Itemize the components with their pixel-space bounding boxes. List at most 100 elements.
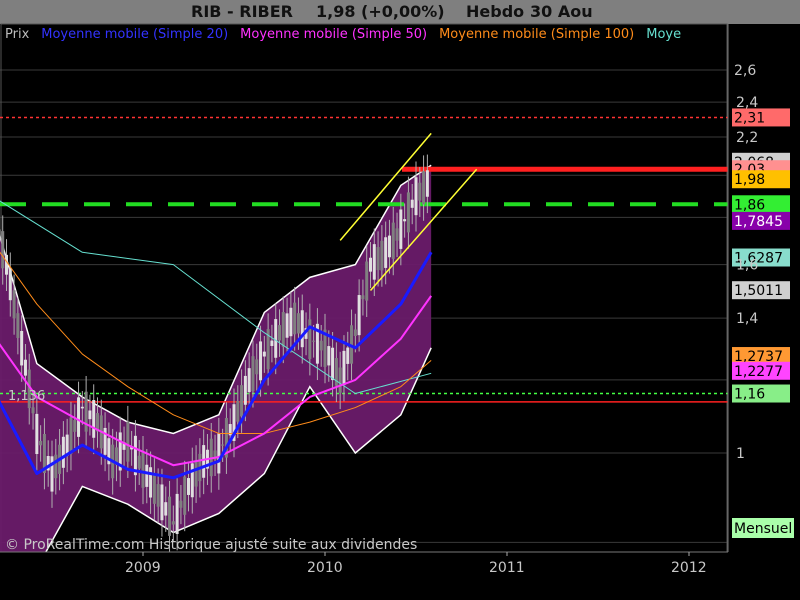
- candle-body: [160, 484, 164, 521]
- candle-body: [236, 400, 240, 422]
- candle-body: [369, 257, 372, 272]
- legend-item: Moyenne mobile (Simple 20): [41, 27, 228, 42]
- candle-body: [61, 436, 65, 468]
- price-label: 1,16: [734, 387, 765, 403]
- legend-item: Moyenne mobile (Simple 50): [240, 27, 427, 42]
- candle-body: [255, 359, 259, 375]
- candle-body: [243, 375, 247, 405]
- candle-body: [251, 356, 255, 392]
- candle-body: [1, 231, 5, 269]
- candle-body: [342, 350, 346, 386]
- x-axis: 2009 2010 2011 2012: [0, 551, 800, 600]
- candle-body: [384, 237, 388, 268]
- timeframe-badge-label: Mensuel: [734, 521, 792, 537]
- candle-body: [92, 400, 96, 438]
- x-tick-label: 2011: [489, 560, 525, 576]
- candle-body: [372, 244, 376, 280]
- candle-body: [69, 417, 73, 455]
- candle-body: [391, 222, 395, 259]
- candle-body: [137, 455, 141, 469]
- candle-body: [168, 496, 172, 536]
- bollinger-fill: [0, 165, 432, 600]
- price-label: 1,5011: [734, 283, 783, 299]
- candle-body: [179, 500, 183, 508]
- candle-body: [399, 209, 403, 249]
- candle-body: [270, 340, 274, 346]
- candle-body: [20, 330, 24, 366]
- candle-body: [380, 240, 384, 271]
- candle-body: [247, 368, 251, 393]
- y-tick-label: 1: [736, 446, 745, 462]
- candle-body: [152, 473, 156, 504]
- candle-body: [357, 295, 361, 336]
- candle-body: [278, 325, 281, 341]
- candle-body: [312, 340, 316, 342]
- candle-body: [141, 451, 145, 488]
- y-tick-label: 2,4: [736, 95, 758, 111]
- candle-body: [54, 454, 58, 479]
- candle-body: [289, 307, 293, 337]
- candle-body: [217, 433, 221, 474]
- candle-body: [353, 329, 357, 336]
- price-label: 1,7845: [734, 214, 783, 230]
- candle-body: [259, 341, 263, 381]
- candle-body: [414, 177, 418, 216]
- candle-body: [300, 310, 304, 348]
- candle-body: [395, 228, 399, 241]
- candle-body: [376, 247, 380, 271]
- candle-body: [387, 235, 391, 258]
- candle-body: [202, 445, 206, 478]
- candle-body: [365, 261, 369, 301]
- candle-body: [164, 502, 168, 516]
- credit-text: © ProRealTime.com Historique ajusté suit…: [5, 537, 417, 553]
- y-tick-label: 2,2: [736, 130, 758, 146]
- candle-body: [194, 460, 198, 487]
- candle-body: [73, 420, 77, 432]
- candle-body: [31, 407, 35, 414]
- candle-body: [285, 313, 289, 338]
- candle-body: [8, 268, 12, 301]
- legend: Prix Moyenne mobile (Simple 20) Moyenne mo…: [5, 27, 681, 42]
- candle-body: [221, 444, 225, 446]
- price-label: 2,6: [734, 63, 756, 79]
- x-tick-label: 2012: [671, 560, 707, 576]
- candle-body: [35, 413, 39, 454]
- candle-body: [77, 397, 81, 437]
- candle-body: [126, 421, 130, 462]
- x-tick-label: 2010: [307, 560, 343, 576]
- candle-body: [23, 359, 27, 376]
- candle-body: [425, 170, 429, 197]
- candle-body: [149, 467, 153, 498]
- candle-body: [293, 302, 297, 335]
- candle-body: [80, 406, 84, 409]
- bollinger-bands: [0, 164, 432, 600]
- legend-item: Moyenne mobile (Simple 100): [439, 27, 634, 42]
- candle-body: [145, 464, 149, 487]
- candle-body: [274, 319, 278, 358]
- price-label: 2,31: [734, 110, 765, 126]
- price-chart[interactable]: Prix Moyenne mobile (Simple 20) Moyenne mo…: [0, 0, 800, 600]
- candle-body: [5, 254, 8, 275]
- candle-body: [16, 313, 20, 338]
- price-label: 1,98: [734, 172, 765, 188]
- candle-body: [418, 182, 422, 201]
- legend-item: Moye: [646, 27, 681, 42]
- y-tick-label: 1,4: [736, 311, 758, 327]
- candle-body: [308, 319, 312, 360]
- legend-item: Prix: [5, 27, 30, 42]
- candle-body: [12, 290, 16, 319]
- candle-body: [327, 346, 331, 366]
- candle-body: [410, 199, 414, 208]
- price-label: 1,2277: [734, 364, 783, 380]
- candle-body: [88, 410, 92, 420]
- candle-body: [156, 484, 160, 507]
- candle-body: [281, 312, 285, 347]
- candle-body: [361, 295, 365, 300]
- x-tick-label: 2009: [125, 560, 161, 576]
- candle-body: [319, 340, 323, 351]
- candle-body: [262, 351, 266, 357]
- price-label: 1,86: [734, 197, 765, 213]
- candle-body: [190, 463, 194, 498]
- candle-body: [39, 440, 43, 446]
- candle-body: [331, 347, 335, 381]
